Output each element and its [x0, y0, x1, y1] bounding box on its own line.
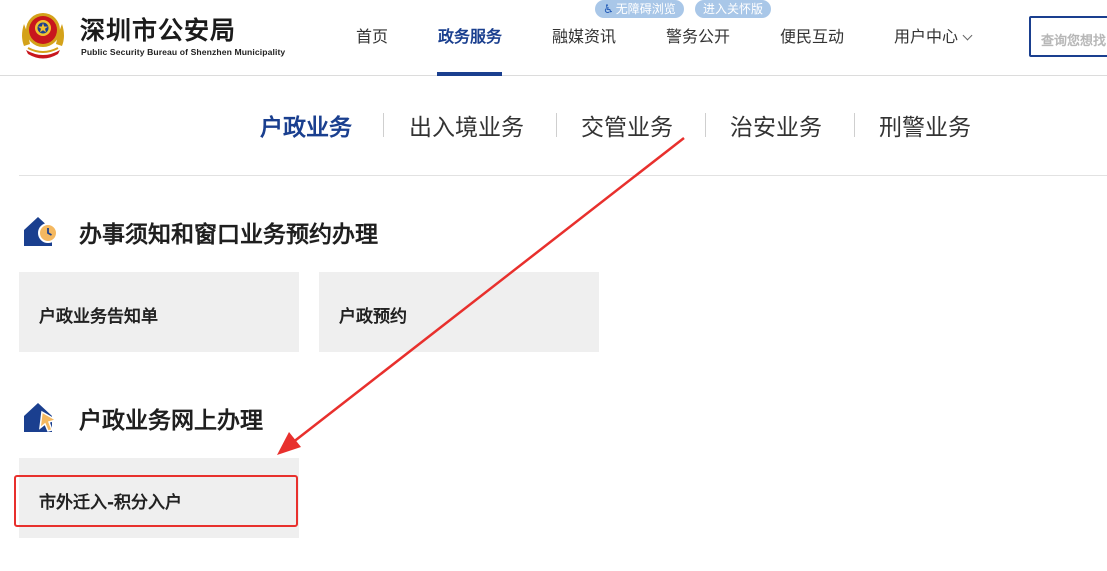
annotation-arrow — [277, 137, 685, 455]
